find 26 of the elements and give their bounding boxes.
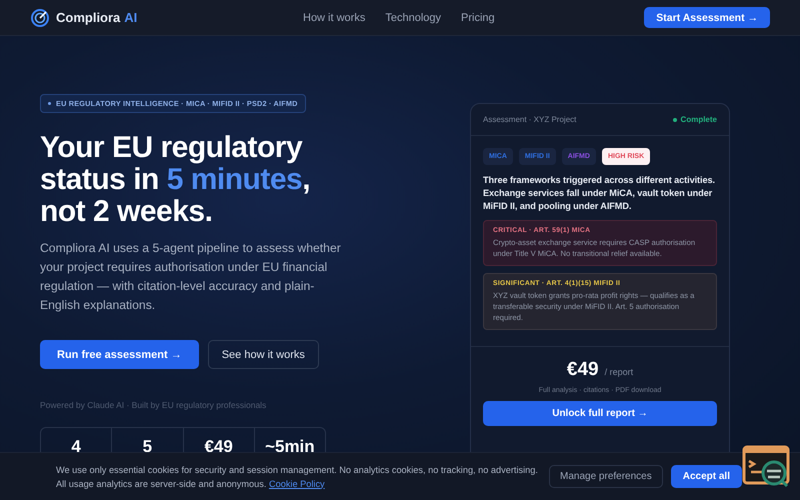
nav-link[interactable]: Pricing <box>461 12 495 24</box>
powered-by-text: Powered by Claude AI · Built by EU regulatory professionals <box>40 400 268 410</box>
manage-preferences-button[interactable]: Manage preferences <box>549 465 663 488</box>
start-assessment-button[interactable]: Start Assessment → <box>644 7 770 28</box>
unlock-report-button[interactable]: Unlock full report → <box>483 401 717 426</box>
cookie-notice: We use only essential cookies for security and session management. No analytics cookies, no tracking, no advertising. All usage analytics are server-side and anonymous. Cookie Policy <box>56 464 539 490</box>
run-assessment-button[interactable]: Run free assessment → <box>40 340 199 369</box>
nav-link[interactable]: Technology <box>385 12 441 24</box>
price-unit: / report <box>604 367 634 377</box>
nav-link[interactable]: How it works <box>303 12 366 24</box>
status-dot <box>672 118 677 122</box>
hero-headline: Your EU regulatory status in 5 minutes, not 2 weeks. <box>40 132 312 228</box>
brand-name: Compliora AI <box>56 10 138 25</box>
cookie-policy-link[interactable]: Cookie Policy <box>268 478 325 488</box>
stat-value: 5 <box>142 437 152 456</box>
price: €49 <box>566 359 599 381</box>
stat-value: ~5min <box>265 437 315 456</box>
card-title: Assessment · XYZ Project <box>483 115 576 124</box>
assessment-summary: Three frameworks triggered across different activities. Exchange services fall under MiCA, vault token under MiFID II, and pooling under AIFMD. <box>483 174 716 213</box>
how-it-works-button[interactable]: See how it works <box>208 340 319 369</box>
stat-value: €49 <box>204 437 233 456</box>
logo-icon <box>31 8 49 26</box>
status-label: Complete <box>680 115 717 124</box>
hero-description: Compliora AI uses a 5-agent pipeline to assess whether your project requires authorisation under EU financial regulation — with citation-level accuracy and plain-English explanations. <box>40 240 342 314</box>
stat-value: 4 <box>71 437 81 456</box>
accept-all-button[interactable]: Accept all <box>670 465 742 488</box>
